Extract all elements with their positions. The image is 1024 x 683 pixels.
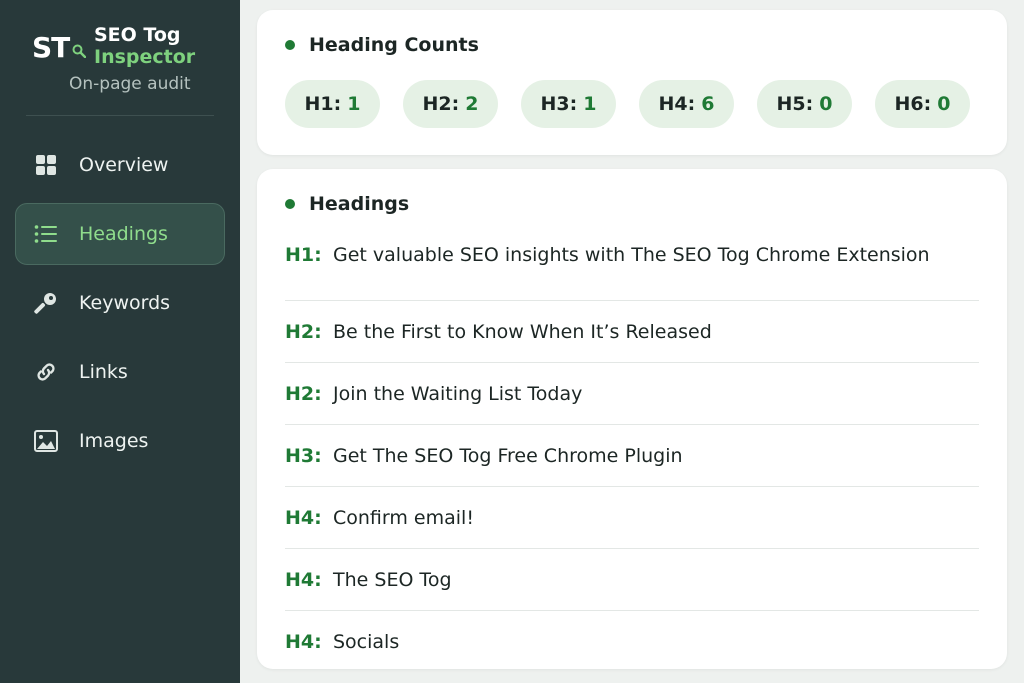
- chip-label: H4:: [658, 93, 696, 115]
- headings-list: H1: Get valuable SEO insights with The S…: [285, 223, 979, 673]
- heading-count-chips: H1: 1 H2: 2 H3: 1 H4: 6 H5: 0 H6: 0: [285, 80, 979, 128]
- heading-counts-title: Heading Counts: [309, 34, 479, 56]
- heading-level: H2:: [285, 382, 322, 405]
- sidebar-item-label: Keywords: [79, 292, 171, 314]
- status-dot-icon: [285, 40, 295, 50]
- list-item[interactable]: H3: Get The SEO Tog Free Chrome Plugin: [285, 425, 979, 487]
- brand-tagline: On-page audit: [69, 74, 191, 94]
- count-chip-h5: H5: 0: [757, 80, 852, 128]
- chip-value: 1: [583, 93, 597, 115]
- sidebar-item-images[interactable]: Images: [15, 410, 225, 472]
- list-item[interactable]: H4: Confirm email!: [285, 487, 979, 549]
- heading-text: The SEO Tog: [333, 568, 452, 591]
- chip-value: 1: [347, 93, 361, 115]
- count-chip-h2: H2: 2: [403, 80, 498, 128]
- card-title: Headings: [285, 193, 979, 215]
- key-icon: [33, 290, 59, 316]
- grid-icon: [33, 152, 59, 178]
- brand-header: ST SEO Tog Inspector On-page audit: [26, 0, 214, 116]
- list-item[interactable]: H2: Be the First to Know When It’s Relea…: [285, 301, 979, 363]
- chip-label: H6:: [894, 93, 932, 115]
- list-item[interactable]: H2: Join the Waiting List Today: [285, 363, 979, 425]
- chip-value: 0: [937, 93, 951, 115]
- main-panel: Heading Counts H1: 1 H2: 2 H3: 1 H4: 6 H…: [240, 0, 1024, 683]
- heading-text: Get valuable SEO insights with The SEO T…: [333, 243, 930, 266]
- heading-text: Join the Waiting List Today: [333, 382, 583, 405]
- headings-card: Headings H1: Get valuable SEO insights w…: [257, 169, 1007, 669]
- list-item[interactable]: H4: The SEO Tog: [285, 549, 979, 611]
- chip-label: H3:: [540, 93, 578, 115]
- magnifier-icon: [72, 44, 86, 58]
- chip-value: 2: [465, 93, 479, 115]
- heading-level: H1:: [285, 243, 322, 266]
- app-window: ST SEO Tog Inspector On-page audit Overv…: [0, 0, 1024, 683]
- heading-text: Get The SEO Tog Free Chrome Plugin: [333, 444, 683, 467]
- brand-subtitle: Inspector: [94, 46, 196, 68]
- heading-text: Confirm email!: [333, 506, 474, 529]
- heading-text: Socials: [333, 631, 400, 653]
- link-icon: [33, 359, 59, 385]
- sidebar-item-keywords[interactable]: Keywords: [15, 272, 225, 334]
- count-chip-h6: H6: 0: [875, 80, 970, 128]
- logo: ST: [32, 31, 70, 64]
- headings-title: Headings: [309, 193, 410, 215]
- sidebar-item-label: Images: [79, 430, 149, 452]
- chip-label: H1:: [304, 93, 342, 115]
- sidebar-item-headings[interactable]: Headings: [15, 203, 225, 265]
- chip-value: 0: [819, 93, 833, 115]
- heading-counts-card: Heading Counts H1: 1 H2: 2 H3: 1 H4: 6 H…: [257, 10, 1007, 155]
- chip-label: H2:: [422, 93, 460, 115]
- sidebar-item-label: Headings: [79, 223, 168, 245]
- sidebar-item-label: Links: [79, 361, 128, 383]
- brand-name: SEO Tog: [94, 24, 181, 46]
- count-chip-h4: H4: 6: [639, 80, 734, 128]
- heading-text: Be the First to Know When It’s Released: [333, 320, 712, 343]
- status-dot-icon: [285, 199, 295, 209]
- card-title: Heading Counts: [285, 34, 979, 56]
- sidebar-nav: Overview Headings Keywords Links Images: [15, 134, 225, 472]
- sidebar: ST SEO Tog Inspector On-page audit Overv…: [0, 0, 240, 683]
- heading-level: H4:: [285, 568, 322, 591]
- heading-level: H4:: [285, 631, 322, 653]
- sidebar-item-overview[interactable]: Overview: [15, 134, 225, 196]
- list-item[interactable]: H4: Socials: [285, 611, 979, 673]
- count-chip-h3: H3: 1: [521, 80, 616, 128]
- list-item[interactable]: H1: Get valuable SEO insights with The S…: [285, 223, 979, 301]
- chip-value: 6: [701, 93, 715, 115]
- count-chip-h1: H1: 1: [285, 80, 380, 128]
- sidebar-item-label: Overview: [79, 154, 169, 176]
- list-icon: [33, 221, 59, 247]
- chip-label: H5:: [776, 93, 814, 115]
- heading-level: H2:: [285, 320, 322, 343]
- image-icon: [33, 428, 59, 454]
- sidebar-item-links[interactable]: Links: [15, 341, 225, 403]
- heading-level: H3:: [285, 444, 322, 467]
- heading-level: H4:: [285, 506, 322, 529]
